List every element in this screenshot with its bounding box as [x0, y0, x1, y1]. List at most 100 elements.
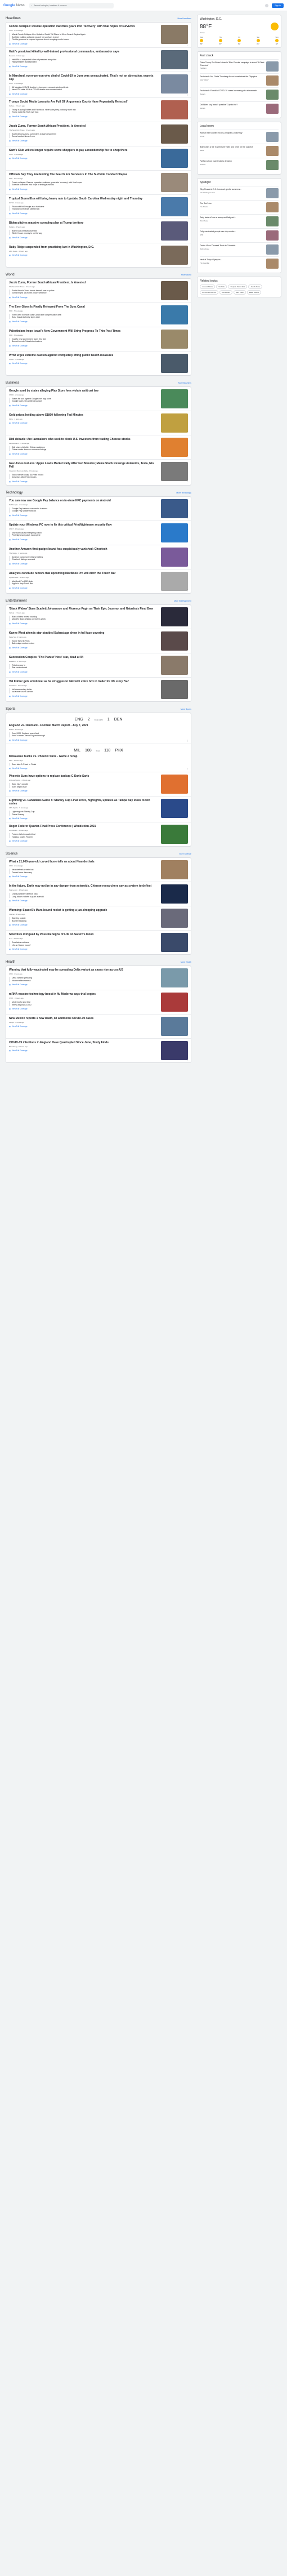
story-headline[interactable]: Jacob Zuma, Former South African Preside…	[9, 281, 159, 284]
side-story[interactable]: Woman ran shooter into DC pregnant, poli…	[200, 130, 279, 144]
full-coverage-link[interactable]: ▤ View Full Coverage	[9, 188, 159, 190]
side-story-thumbnail[interactable]	[266, 230, 279, 241]
full-coverage-link[interactable]: ▤ View Full Coverage	[9, 514, 159, 517]
search-bar[interactable]: ⌕ Search for topics, locations & sources	[29, 2, 114, 8]
share-icon[interactable]: ⋮	[186, 455, 189, 457]
side-story-thumbnail[interactable]	[266, 104, 279, 114]
share-icon[interactable]: ⋮	[186, 322, 189, 325]
share-icon[interactable]: ⋮	[186, 648, 189, 651]
section-title[interactable]: Entertainment	[6, 599, 26, 603]
side-story-title[interactable]: Why Russia in D.C. has such gentle summe…	[200, 188, 264, 191]
story-thumbnail[interactable]	[161, 1041, 188, 1060]
share-icon[interactable]: ⋮	[186, 43, 189, 46]
side-story-thumbnail[interactable]	[266, 259, 279, 269]
section-title[interactable]: Headlines	[6, 17, 21, 20]
side-story-title[interactable]: Claim Trump Got Biden's team's 'Blue Che…	[200, 61, 264, 66]
share-icon[interactable]: ⋮	[186, 1058, 189, 1061]
story[interactable]: Warming: SpaceX's Mars-bound rocket is g…	[6, 906, 191, 931]
share-icon[interactable]: ⋮	[186, 842, 189, 844]
story-thumbnail[interactable]	[161, 281, 188, 300]
story[interactable]: Condo collapse: Rescue operation switche…	[6, 23, 191, 48]
share-icon[interactable]: ⋮	[186, 117, 189, 120]
share-icon[interactable]: ⋮	[186, 67, 189, 70]
share-icon[interactable]: ⋮	[186, 540, 189, 543]
side-story-thumbnail[interactable]	[266, 244, 279, 255]
section-more-link[interactable]: More Headlines	[177, 17, 191, 20]
share-icon[interactable]: ⋮	[186, 624, 189, 627]
section-more-link[interactable]: More Entertainment	[174, 600, 191, 602]
story-thumbnail[interactable]	[161, 329, 188, 349]
full-coverage-link[interactable]: ▤ View Full Coverage	[9, 984, 159, 986]
topic-chip[interactable]: Surfside	[216, 284, 227, 289]
full-coverage-link[interactable]: ▤ View Full Coverage	[9, 790, 159, 792]
topic-chip[interactable]: Jovenel Moïse	[200, 284, 216, 289]
story[interactable]: Kanye West attends star-studded Balencia…	[6, 629, 191, 653]
full-coverage-link[interactable]: ▤ View Full Coverage	[9, 563, 159, 565]
story-thumbnail[interactable]	[161, 305, 188, 324]
story[interactable]: Google sued by states alleging Play Stor…	[6, 387, 191, 411]
full-coverage-link[interactable]: ▤ View Full Coverage	[9, 254, 159, 256]
side-story-title[interactable]: Fact check: No, Greta Thunberg did not t…	[200, 75, 264, 78]
story[interactable]: MIL 108 Final 118 PHX Milwaukee Bucks vs. Pho…	[6, 744, 191, 772]
story[interactable]: Phoenix Suns have options to replace bac…	[6, 772, 191, 797]
story-thumbnail[interactable]	[161, 909, 188, 928]
section-more-link[interactable]: More Business	[178, 382, 191, 384]
share-icon[interactable]: ⋮	[186, 406, 189, 409]
story[interactable]: In the future, Earth may not be in any d…	[6, 882, 191, 906]
share-icon[interactable]: ⋮	[186, 214, 189, 217]
share-icon[interactable]: ⋮	[186, 739, 189, 742]
full-coverage-link[interactable]: ▤ View Full Coverage	[9, 422, 159, 424]
story-thumbnail[interactable]	[161, 413, 188, 433]
story-thumbnail[interactable]	[161, 1017, 188, 1036]
section-more-link[interactable]: More World	[181, 274, 191, 276]
related-headline[interactable]: Bennett meets Palestinian leaders	[12, 340, 159, 343]
sign-in-button[interactable]: Sign in	[272, 3, 284, 8]
weather-location[interactable]: Washington, D.C.	[200, 17, 279, 21]
story-headline[interactable]: Google sued by states alleging Play Stor…	[9, 389, 159, 393]
side-story[interactable]: Claim Trump Got Biden's team's 'Blue Che…	[200, 59, 279, 73]
share-icon[interactable]: ⋮	[186, 141, 189, 144]
story[interactable]: Haiti's president killed by well-trained…	[6, 48, 191, 72]
story[interactable]: In Maryland, every person who died of Co…	[6, 72, 191, 98]
related-headline[interactable]: Life on Saturn moon?	[12, 944, 159, 947]
related-headline[interactable]: Tropical Storm Elsa: latest track	[12, 208, 159, 211]
story[interactable]: Biden pitches massive spending plan at T…	[6, 219, 191, 243]
side-story-thumbnail[interactable]	[266, 216, 279, 226]
story[interactable]: You can now use Google Pay balance on in…	[6, 497, 191, 521]
side-story-title[interactable]: Woman ran shooter into DC pregnant, poli…	[200, 132, 264, 135]
story-headline[interactable]: Lightning vs. Canadiens Game 5: Stanley …	[9, 799, 159, 806]
story-headline[interactable]: Tropical Storm Elsa will bring heavy rai…	[9, 197, 159, 201]
story-headline[interactable]: Sam's Club will no longer require some s…	[9, 149, 159, 152]
full-coverage-link[interactable]: ▤ View Full Coverage	[9, 875, 159, 878]
story-headline[interactable]: Ruby Ridge suspended from practicing law…	[9, 246, 159, 249]
story[interactable]: 'Black Widow' Stars Scarlett Johansson a…	[6, 605, 191, 629]
story[interactable]: Palestinians hope Israel's New Governmen…	[6, 327, 191, 352]
related-headline[interactable]: PrintNightmare patch incomplete	[12, 534, 159, 537]
story-headline[interactable]: Didi debacle: Are lawmakers who seek to …	[9, 438, 159, 441]
side-story-title[interactable]: Fairfax school board makes decision	[200, 160, 264, 163]
story-headline[interactable]: mRNA vaccine technology boost in flu Mod…	[9, 993, 159, 996]
share-icon[interactable]: ⋮	[186, 93, 189, 96]
story-thumbnail[interactable]	[161, 571, 188, 591]
full-coverage-link[interactable]: ▤ View Full Coverage	[9, 481, 159, 483]
story-thumbnail[interactable]	[161, 655, 188, 675]
story-headline[interactable]: Scientists intrigued by Possible Signs o…	[9, 933, 159, 936]
story[interactable]: Succession Couples: 'The Pianist' Host' …	[6, 653, 191, 678]
related-headline[interactable]: Florida governor to request rigorous che…	[12, 38, 159, 41]
story[interactable]: New Mexico reports 1 new death, 83 addit…	[6, 1015, 191, 1039]
story-thumbnail[interactable]	[161, 993, 188, 1012]
story[interactable]: Val Kilmer gets emotional as he struggle…	[6, 678, 191, 701]
story-headline[interactable]: Succession Couples: 'The Pianist' Host' …	[9, 656, 159, 659]
full-coverage-link[interactable]: ▤ View Full Coverage	[9, 362, 159, 364]
share-icon[interactable]: ⋮	[186, 697, 189, 700]
full-coverage-link[interactable]: ▤ View Full Coverage	[9, 157, 159, 159]
related-headline[interactable]: Long March rockets to push asteroid	[12, 896, 159, 898]
story-headline[interactable]: Gold prices holding above $1800 followin…	[9, 413, 159, 417]
topic-chip[interactable]: Jacob Zuma	[248, 284, 262, 289]
related-headline[interactable]: Google faces new antitrust lawsuit	[12, 400, 159, 403]
section-title[interactable]: Technology	[6, 491, 23, 495]
story-thumbnail[interactable]	[161, 197, 188, 216]
story[interactable]: Tropical Storm Elsa will bring heavy rai…	[6, 195, 191, 219]
side-story-thumbnail[interactable]	[266, 188, 279, 198]
story[interactable]: Scientists intrigued by Possible Signs o…	[6, 931, 191, 954]
